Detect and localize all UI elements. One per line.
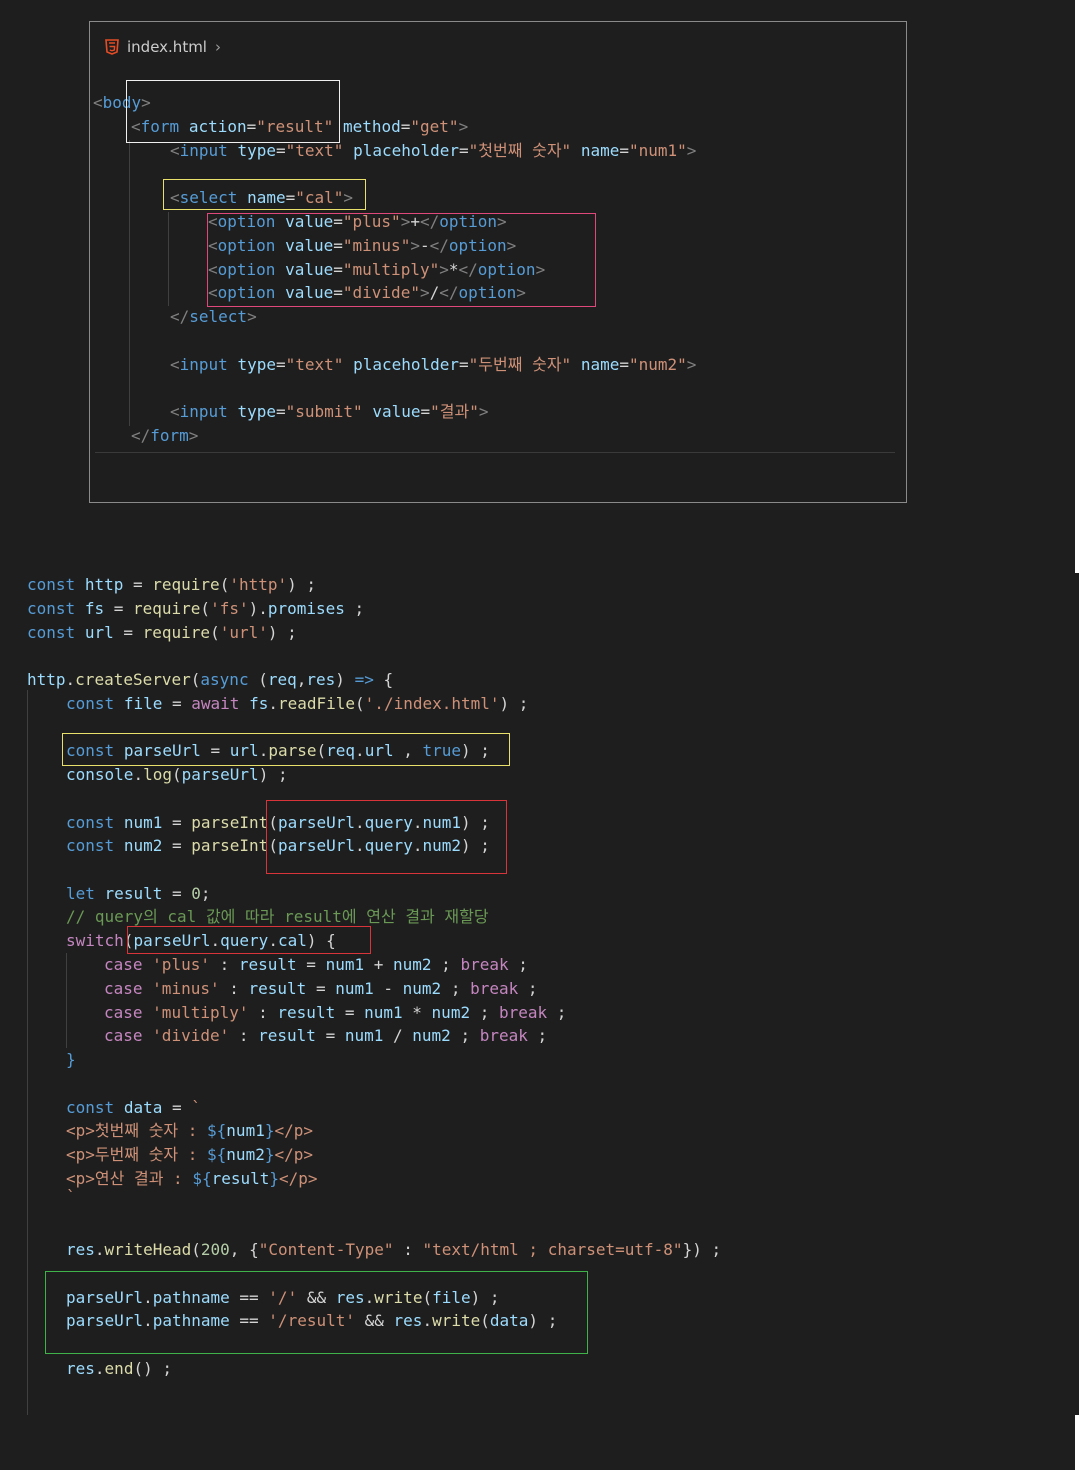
code-line: <p>연산 결과 : ${result}</p> [66,1169,318,1188]
html5-icon [105,39,119,55]
indent-guide [27,690,28,1415]
code-line: case 'divide' : result = num1 / num2 ; b… [104,1026,548,1045]
code-line: case 'plus' : result = num1 + num2 ; bre… [104,955,528,974]
indent-guide [168,212,169,306]
code-line: const http = require('http') ; [27,575,317,594]
code-comment: // query의 cal 값에 따라 result에 연산 결과 재할당 [66,907,489,926]
code-line: case 'minus' : result = num1 - num2 ; br… [104,979,538,998]
code-line: <p>두번째 숫자 : ${num2}</p> [66,1145,313,1164]
highlight-box-select [163,179,366,210]
code-line: res.end() ; [66,1359,172,1378]
code-line: <input type="text" placeholder="첫번째 숫자" … [170,141,697,160]
code-line: let result = 0; [66,884,211,903]
code-line: http.createServer(async (req,res) => { [27,670,394,689]
code-line: <input type="text" placeholder="두번째 숫자" … [170,355,697,374]
highlight-box-options [207,213,596,307]
code-line: ` [66,1187,76,1206]
code-line: const data = ` [66,1098,201,1117]
indent-guide [129,140,130,426]
highlight-box-write [45,1271,588,1354]
highlight-box-switch-cal [127,926,371,954]
breadcrumb-chevron-icon: › [214,38,221,56]
divider [95,452,895,453]
file-tab-label: index.html [127,38,207,56]
highlight-box-parseurl [62,733,510,766]
code-line: res.writeHead(200, {"Content-Type" : "te… [66,1240,722,1259]
code-line: </form> [131,426,199,445]
page-edge [1075,0,1079,573]
code-line: <p>첫번째 숫자 : ${num1}</p> [66,1121,313,1140]
code-line: </select> [170,307,257,326]
indent-guide [66,953,67,1048]
code-line: case 'multiply' : result = num1 * num2 ;… [104,1003,567,1022]
code-line: } [66,1050,76,1069]
code-line: <input type="submit" value="결과"> [170,402,489,421]
highlight-box-form [126,80,340,143]
code-line: console.log(parseUrl) ; [66,765,288,784]
file-tab[interactable]: index.html › [105,36,221,58]
page-edge [1075,1415,1079,1470]
code-line: const file = await fs.readFile('./index.… [66,694,529,713]
code-line: const url = require('url') ; [27,623,297,642]
code-line: const fs = require('fs').promises ; [27,599,365,618]
highlight-box-query-nums [266,800,507,874]
